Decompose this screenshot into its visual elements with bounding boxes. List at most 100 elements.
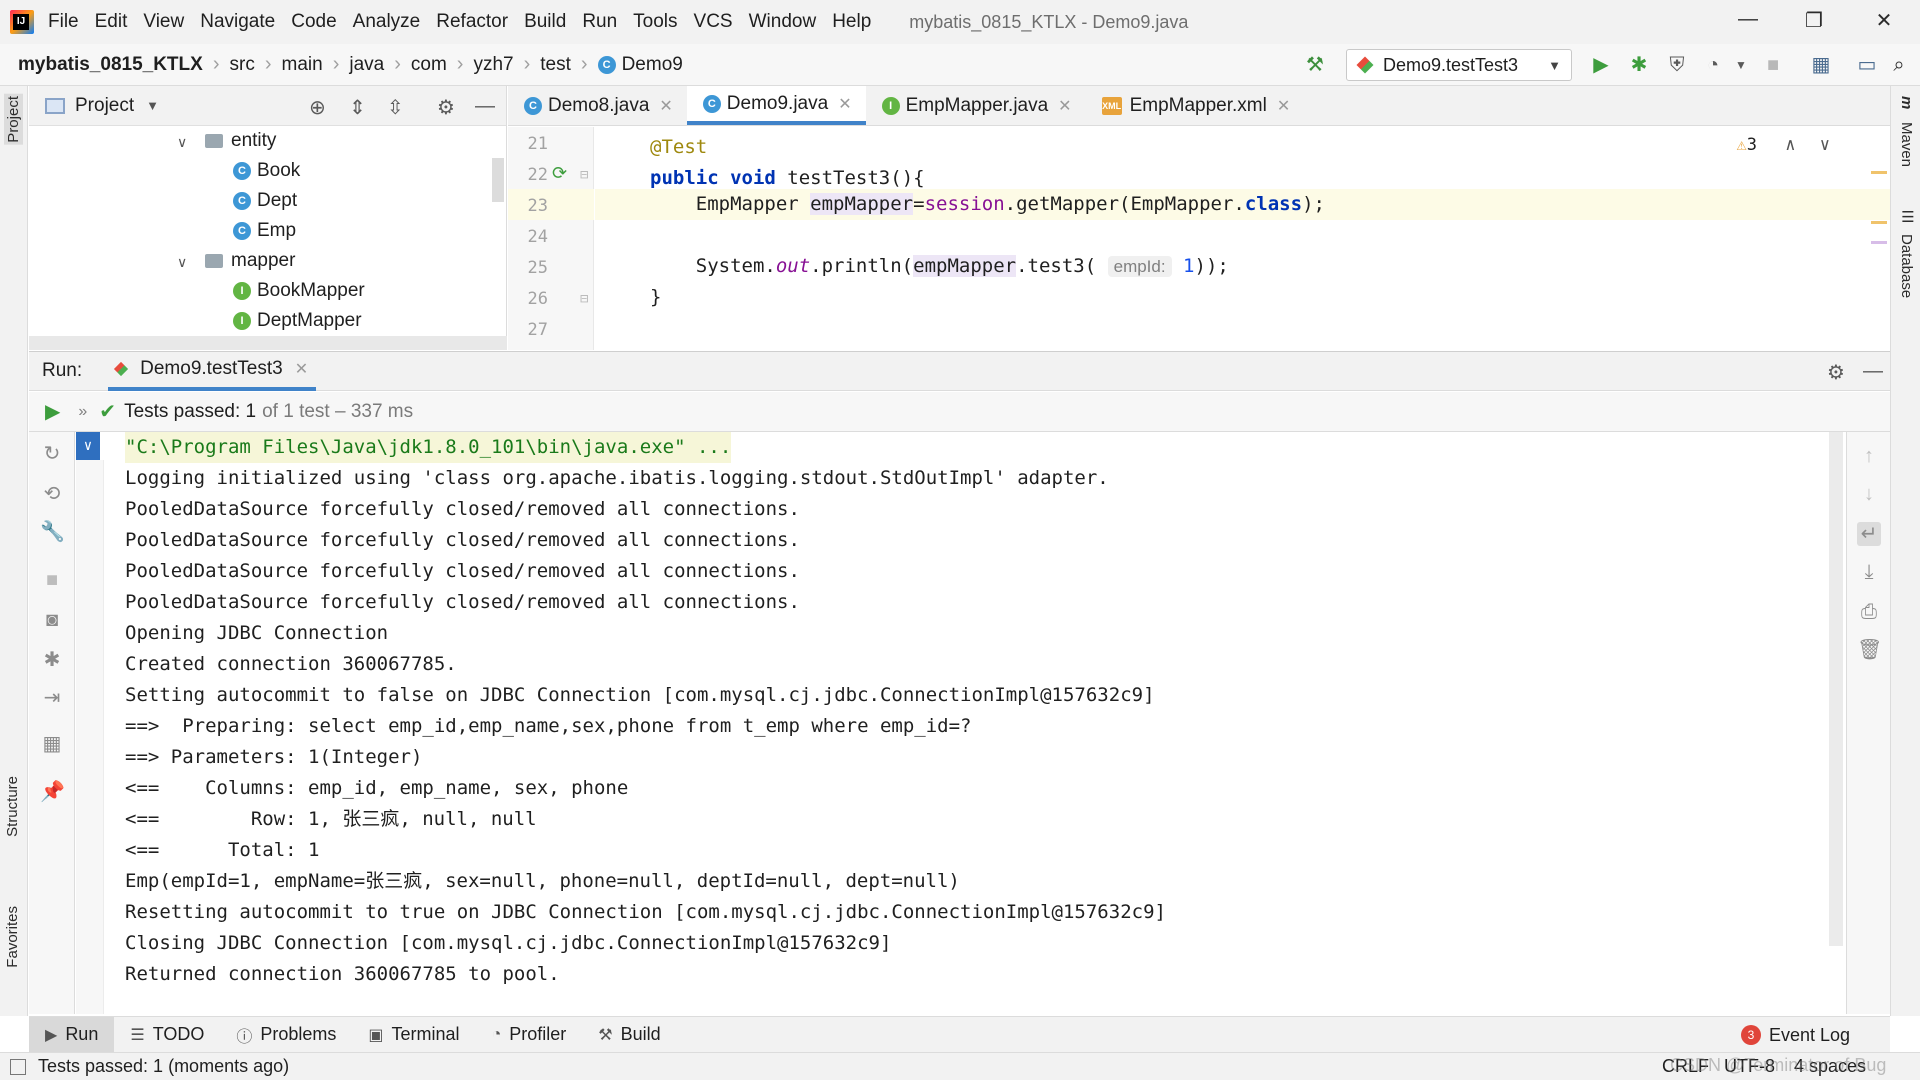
fold-icon[interactable]: ⊟ xyxy=(580,291,588,307)
coverage-icon[interactable]: ⛨ xyxy=(1664,52,1690,78)
close-tab-icon[interactable]: ✕ xyxy=(1058,96,1071,116)
favorites-tool-tab[interactable]: Favorites xyxy=(4,906,21,968)
menu-navigate[interactable]: Navigate xyxy=(200,11,275,33)
stop-icon[interactable]: ■ xyxy=(1760,52,1786,78)
tree-item-emp[interactable]: C Emp xyxy=(233,216,296,246)
debug-icon[interactable]: ✱ xyxy=(1626,52,1652,78)
run-icon[interactable]: ▶ xyxy=(1588,52,1614,78)
breadcrumb-yzh7[interactable]: yzh7 xyxy=(473,54,513,76)
menu-help[interactable]: Help xyxy=(832,11,871,33)
collapse-all-icon[interactable]: ⇳ xyxy=(387,95,404,120)
locate-file-icon[interactable]: ⊕ xyxy=(309,95,326,120)
error-stripe-mark[interactable] xyxy=(1871,241,1887,244)
menu-view[interactable]: View xyxy=(143,11,184,33)
breadcrumb-com[interactable]: com xyxy=(411,54,447,76)
search-icon[interactable]: ⌕ xyxy=(1886,52,1912,78)
tab-empmapper-xml[interactable]: XML EmpMapper.xml ✕ xyxy=(1086,86,1305,125)
tab-demo9[interactable]: C Demo9.java ✕ xyxy=(686,86,866,125)
error-stripe-mark[interactable] xyxy=(1871,221,1887,224)
chevron-down-icon[interactable]: ∨ xyxy=(177,254,187,271)
gear-icon[interactable]: ⚙ xyxy=(437,95,455,120)
event-log-button[interactable]: 3 Event Log xyxy=(1740,1017,1850,1053)
tool-tab-terminal[interactable]: ▣ Terminal xyxy=(352,1017,475,1053)
debug-icon[interactable]: ✱ xyxy=(40,648,64,672)
project-scrollbar[interactable] xyxy=(492,158,504,202)
fold-icon[interactable]: ⊟ xyxy=(580,167,588,183)
tree-item-dept[interactable]: C Dept xyxy=(233,186,297,216)
scroll-to-end-icon[interactable]: ⤓ xyxy=(1857,560,1881,584)
structure-tool-tab[interactable]: Structure xyxy=(4,776,21,837)
profile-icon[interactable]: ◔ xyxy=(1700,52,1726,78)
chevron-down-icon[interactable]: ∨ xyxy=(76,432,100,460)
menu-code[interactable]: Code xyxy=(291,11,336,33)
project-horizontal-scrollbar[interactable] xyxy=(29,336,507,350)
tree-item-entity[interactable]: entity xyxy=(205,126,276,156)
tree-item-mapper[interactable]: mapper xyxy=(205,246,295,276)
hide-panel-icon[interactable]: — xyxy=(475,95,495,118)
menu-tools[interactable]: Tools xyxy=(633,11,677,33)
close-tab-icon[interactable]: ✕ xyxy=(295,359,308,379)
database-tool-tab[interactable]: Database xyxy=(1898,234,1915,298)
stop-icon[interactable]: ■ xyxy=(40,568,64,592)
menu-file[interactable]: File xyxy=(48,11,79,33)
toggle-auto-test-icon[interactable]: ⟲ xyxy=(40,482,64,506)
menu-build[interactable]: Build xyxy=(524,11,566,33)
menu-edit[interactable]: Edit xyxy=(95,11,128,33)
expand-toolbar-icon[interactable]: » xyxy=(78,403,87,421)
tree-item-book[interactable]: C Book xyxy=(233,156,300,186)
pin-icon[interactable]: 📌 xyxy=(40,780,65,804)
trash-icon[interactable]: 🗑 xyxy=(1857,638,1882,662)
export-icon[interactable]: ⇥ xyxy=(40,686,64,710)
restore-icon[interactable]: ❐ xyxy=(1794,8,1834,33)
build-hammer-icon[interactable]: ⚒ xyxy=(1302,52,1328,78)
rerun-failed-icon[interactable]: ↻ xyxy=(40,442,64,466)
tab-empmapper-java[interactable]: I EmpMapper.java ✕ xyxy=(866,86,1086,125)
breadcrumb-main[interactable]: main xyxy=(282,54,323,76)
expand-all-icon[interactable]: ⇕ xyxy=(349,95,366,120)
inspection-widget[interactable]: ⚠3 ∧ ∨ xyxy=(1737,135,1831,155)
console-output[interactable]: ∨ "C:\Program Files\Java\jdk1.8.0_101\bi… xyxy=(76,432,1846,1014)
tree-item-bookmapper[interactable]: I BookMapper xyxy=(233,276,365,306)
close-window-icon[interactable]: ✕ xyxy=(1864,8,1904,33)
project-tool-tab[interactable]: Project xyxy=(4,94,23,145)
breadcrumb-project[interactable]: mybatis_0815_KTLX xyxy=(18,54,203,76)
hide-panel-icon[interactable]: — xyxy=(1863,360,1883,383)
rerun-icon[interactable]: ▶ xyxy=(45,399,60,424)
toggle-tool-windows-icon[interactable] xyxy=(10,1058,26,1075)
breadcrumb-src[interactable]: src xyxy=(230,54,255,76)
run-test-gutter-icon[interactable]: ⟳ xyxy=(552,163,567,184)
layout-icon[interactable]: ▭ xyxy=(1854,52,1880,78)
console-scrollbar[interactable] xyxy=(1829,432,1843,946)
menu-vcs[interactable]: VCS xyxy=(694,11,733,33)
error-stripe-mark[interactable] xyxy=(1871,171,1887,174)
soft-wrap-icon[interactable]: ↵ xyxy=(1857,522,1881,546)
print-icon[interactable]: ⎙ xyxy=(1857,600,1881,624)
close-tab-icon[interactable]: ✕ xyxy=(659,96,672,116)
breadcrumb-java[interactable]: java xyxy=(349,54,384,76)
wrench-icon[interactable]: 🔧 xyxy=(40,520,65,544)
tool-tab-run[interactable]: ▶ Run xyxy=(29,1016,115,1053)
chevron-down-icon[interactable]: ▼ xyxy=(146,98,159,113)
chevron-up-icon[interactable]: ∧ xyxy=(1785,135,1795,155)
tab-demo8[interactable]: C Demo8.java ✕ xyxy=(508,86,687,125)
tree-item-deptmapper[interactable]: I DeptMapper xyxy=(233,306,362,336)
tool-tab-build[interactable]: ⚒ Build xyxy=(582,1017,676,1053)
arrow-down-icon[interactable]: ↓ xyxy=(1857,482,1881,506)
tool-tab-todo[interactable]: ☰ TODO xyxy=(114,1017,220,1053)
menu-run[interactable]: Run xyxy=(582,11,617,33)
breadcrumb-demo9[interactable]: Demo9 xyxy=(622,54,683,76)
code-editor[interactable]: @Test public void testTest3(){ EmpMapper… xyxy=(595,127,1890,350)
camera-icon[interactable]: ◙ xyxy=(40,608,64,632)
minimize-icon[interactable]: — xyxy=(1728,8,1768,31)
breadcrumb-test[interactable]: test xyxy=(540,54,571,76)
close-tab-icon[interactable]: ✕ xyxy=(838,94,851,114)
chevron-down-icon[interactable]: ∨ xyxy=(1820,135,1830,155)
gear-icon[interactable]: ⚙ xyxy=(1827,360,1845,385)
maven-tool-tab[interactable]: Maven xyxy=(1898,122,1915,167)
project-structure-icon[interactable]: ▦ xyxy=(1808,52,1834,78)
tool-tab-profiler[interactable]: ◔ Profiler xyxy=(476,1017,583,1053)
project-panel-title[interactable]: Project xyxy=(75,95,134,117)
close-tab-icon[interactable]: ✕ xyxy=(1277,96,1290,116)
tab-run-demo9[interactable]: Demo9.testTest3 ✕ xyxy=(108,351,317,391)
menu-refactor[interactable]: Refactor xyxy=(436,11,508,33)
